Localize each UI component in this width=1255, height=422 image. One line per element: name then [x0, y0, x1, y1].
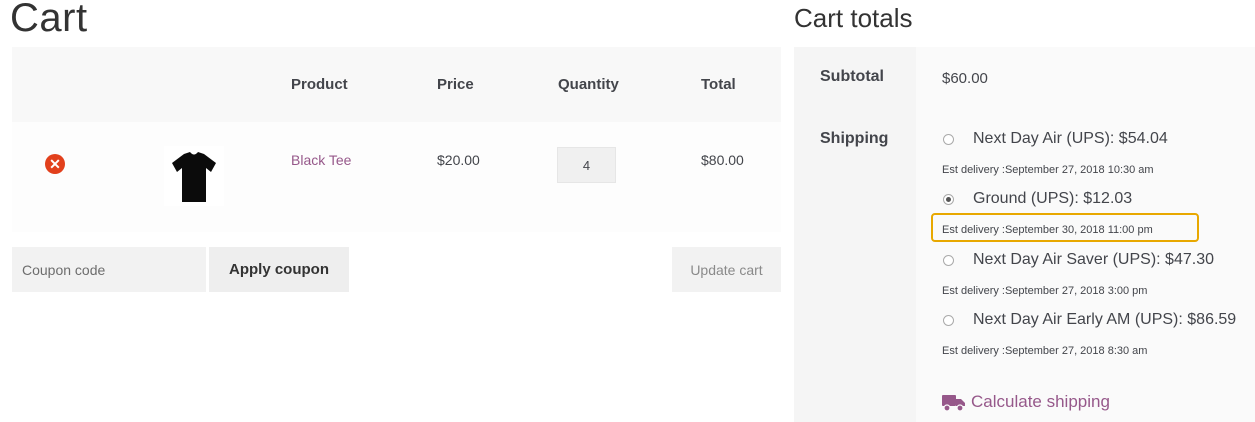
product-thumbnail[interactable]	[164, 146, 224, 206]
line-total: $80.00	[701, 152, 744, 168]
page-title: Cart	[10, 0, 88, 40]
calculate-shipping-link[interactable]: Calculate shipping	[971, 392, 1110, 412]
update-cart-button[interactable]: Update cart	[672, 247, 781, 292]
column-header-quantity: Quantity	[558, 76, 619, 93]
estimated-delivery-text: Est delivery :September 27, 2018 8:30 am	[942, 345, 1148, 357]
estimated-delivery-text: Est delivery :September 27, 2018 10:30 a…	[942, 164, 1154, 176]
shipping-option-label[interactable]: Ground (UPS): $12.03	[973, 190, 1132, 208]
shipping-option-label[interactable]: Next Day Air Saver (UPS): $47.30	[973, 251, 1214, 269]
subtotal-value: $60.00	[942, 70, 988, 87]
estimated-delivery-text: Est delivery :September 30, 2018 11:00 p…	[942, 224, 1153, 236]
table-row: ✕ Black Tee $20.00 $80.00	[12, 122, 781, 232]
apply-coupon-button[interactable]: Apply coupon	[209, 247, 349, 292]
shipping-option-radio[interactable]	[943, 255, 954, 266]
shipping-label: Shipping	[820, 130, 889, 147]
column-header-total: Total	[701, 76, 736, 93]
shipping-option-label[interactable]: Next Day Air Early AM (UPS): $86.59	[973, 311, 1236, 329]
cart-totals-title: Cart totals	[794, 3, 913, 33]
shipping-option-radio[interactable]	[943, 134, 954, 145]
remove-item-icon[interactable]: ✕	[45, 154, 65, 174]
column-header-price: Price	[437, 76, 474, 93]
quantity-input[interactable]	[557, 147, 616, 183]
cart-table-header: Product Price Quantity Total	[12, 47, 781, 122]
coupon-code-input[interactable]	[12, 247, 206, 292]
truck-icon[interactable]	[942, 394, 966, 412]
product-name-link[interactable]: Black Tee	[291, 152, 351, 168]
estimated-delivery-text: Est delivery :September 27, 2018 3:00 pm	[942, 285, 1148, 297]
totals-label-column	[794, 47, 916, 422]
subtotal-label: Subtotal	[820, 68, 884, 85]
shipping-option-radio-selected[interactable]	[943, 194, 954, 205]
shipping-option-label[interactable]: Next Day Air (UPS): $54.04	[973, 130, 1168, 148]
shipping-option-radio[interactable]	[943, 315, 954, 326]
column-header-product: Product	[291, 76, 348, 93]
black-tshirt-icon	[172, 152, 216, 202]
product-price: $20.00	[437, 152, 480, 168]
